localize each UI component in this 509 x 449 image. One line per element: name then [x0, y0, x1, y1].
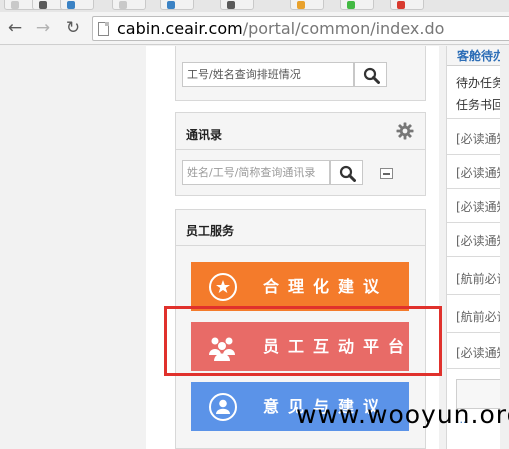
page-icon [347, 1, 355, 9]
suggestion-button[interactable]: 合理化建议 [191, 262, 409, 311]
browser-tab-strip [0, 0, 509, 12]
address-bar[interactable]: cabin.ceair.com/portal/common/index.do [92, 16, 509, 41]
page-icon [67, 1, 75, 9]
schedule-search-input[interactable]: 工号/姓名查询排班情况 [182, 62, 354, 87]
page-icon [39, 1, 47, 9]
back-arrow-icon[interactable]: ← [4, 17, 26, 39]
scrollbar[interactable] [500, 46, 509, 449]
browser-tab[interactable] [290, 0, 324, 10]
gear-icon[interactable] [396, 122, 414, 140]
contacts-divider [176, 149, 425, 150]
search-icon [339, 165, 356, 182]
contacts-title: 通讯录 [186, 128, 223, 142]
forward-arrow-icon[interactable]: → [32, 17, 54, 39]
browser-tab[interactable] [60, 0, 94, 10]
page-icon [227, 1, 235, 9]
search-icon [363, 67, 380, 84]
contacts-search-input[interactable]: 姓名/工号/简称查询通讯录 [182, 160, 330, 185]
browser-tab[interactable] [390, 0, 424, 10]
highlight-box [164, 306, 442, 376]
browser-tab[interactable] [112, 0, 146, 10]
url-path: /portal/common/index.do [242, 19, 445, 38]
page-icon [297, 1, 305, 9]
person-icon [209, 393, 237, 421]
schedule-search-button[interactable] [354, 62, 387, 87]
watermark-text: www.wooyun.org [296, 400, 509, 429]
page-icon [119, 1, 127, 9]
page-left-gutter [0, 46, 146, 449]
page-icon [98, 22, 109, 36]
contacts-search-button[interactable] [330, 160, 363, 185]
browser-tab[interactable] [220, 0, 254, 10]
page-icon [397, 1, 405, 9]
url-host: cabin.ceair.com [117, 19, 243, 38]
collapse-icon[interactable] [380, 168, 393, 179]
browser-tab[interactable] [340, 0, 374, 10]
reload-icon[interactable]: ↻ [62, 17, 84, 39]
browser-tab[interactable] [160, 0, 194, 10]
contacts-panel: 通讯录 姓名/工号/简称查询通讯录 [175, 112, 426, 196]
page-icon [11, 1, 19, 9]
services-title: 员工服务 [186, 224, 235, 238]
url-text: cabin.ceair.com/portal/common/index.do [117, 19, 444, 38]
suggestion-button-label: 合理化建议 [263, 277, 389, 296]
schedule-panel: 工号/姓名查询排班情况 [175, 46, 426, 101]
cabin-todo-title: 客舱待办 [457, 49, 506, 63]
page-icon [167, 1, 175, 9]
star-chat-icon [209, 273, 237, 301]
browser-toolbar: ← → ↻ cabin.ceair.com/portal/common/inde… [0, 12, 509, 45]
services-divider [176, 245, 425, 246]
